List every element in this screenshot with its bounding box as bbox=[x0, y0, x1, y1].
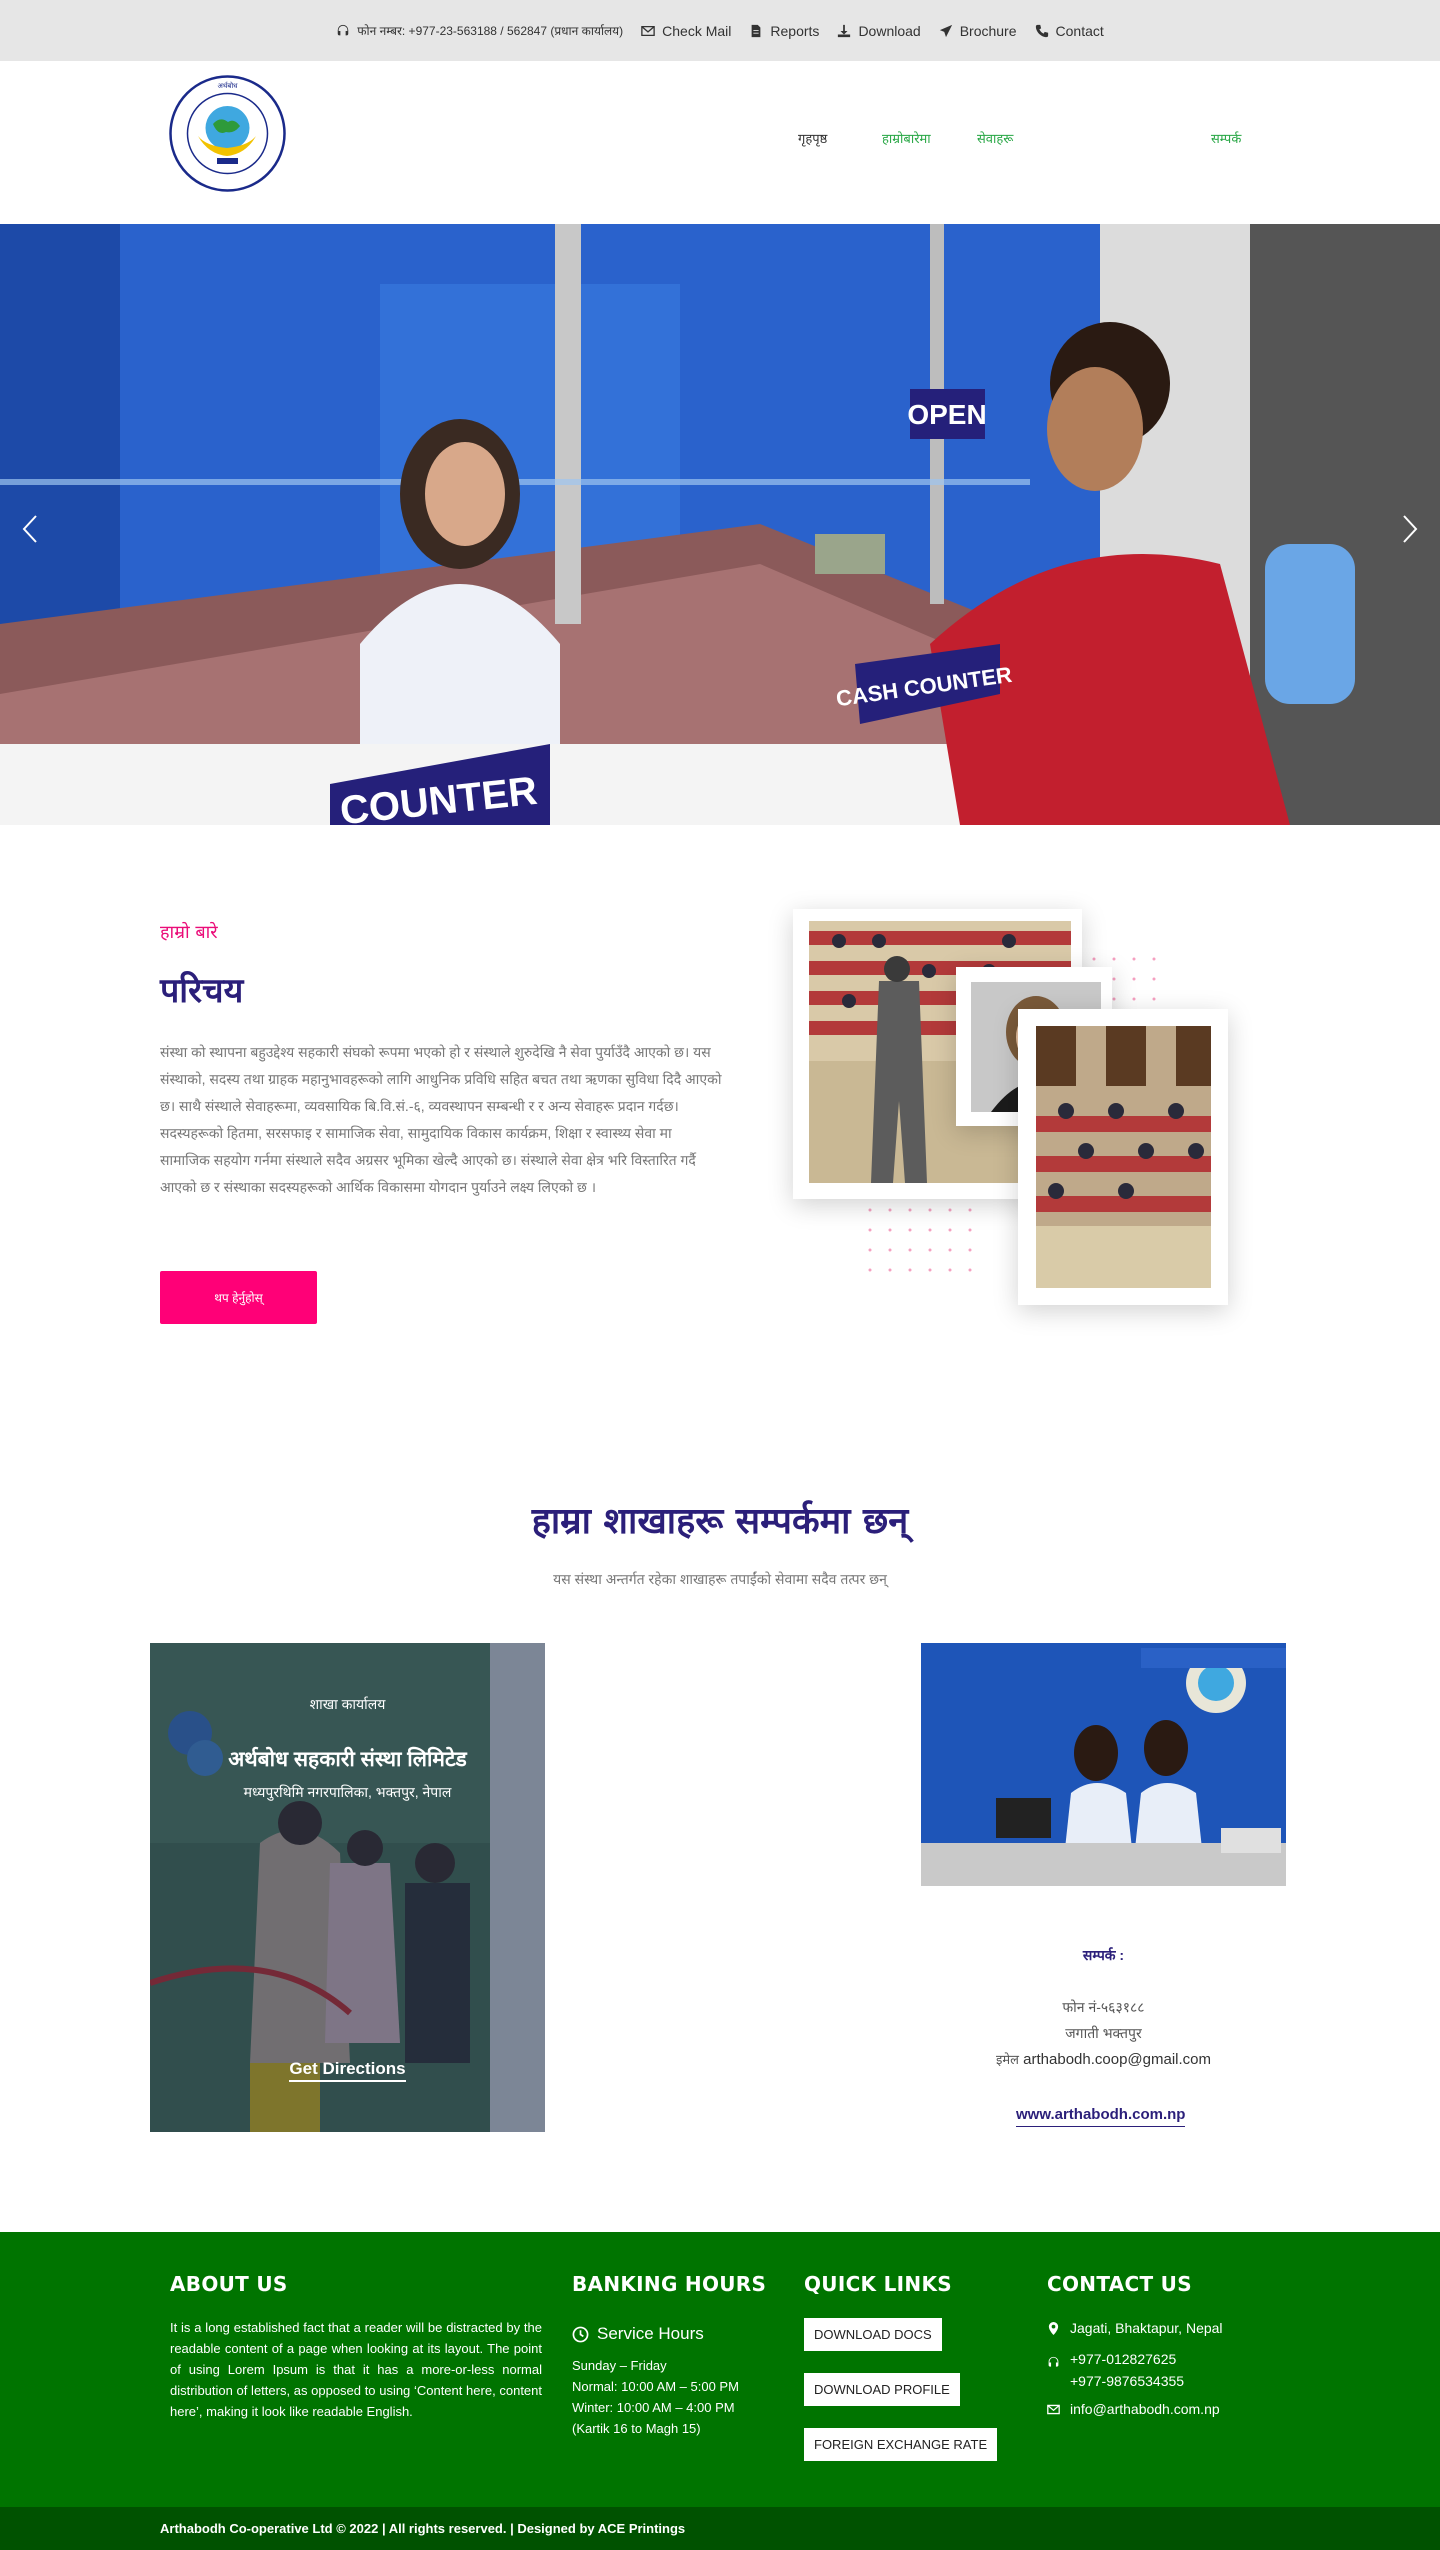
hours-normal: Normal: 10:00 AM – 5:00 PM bbox=[572, 2379, 739, 2394]
headset-icon bbox=[337, 24, 349, 35]
foreign-exchange-rate-button[interactable]: FOREIGN EXCHANGE RATE bbox=[804, 2428, 998, 2461]
contact-location: जगाती भक्तपुर bbox=[1065, 2025, 1142, 2041]
headset-icon bbox=[1048, 2356, 1059, 2367]
hours-list: Sunday – Friday Normal: 10:00 AM – 5:00 … bbox=[572, 2355, 739, 2439]
contact-email-line: इमेल arthabodh.coop@gmail.com bbox=[921, 2050, 1286, 2068]
brochure-label: Brochure bbox=[959, 22, 1017, 39]
footer-about-text: It is a long established fact that a rea… bbox=[170, 2320, 542, 2419]
check-mail-label: Check Mail bbox=[662, 22, 732, 39]
footer-phone-2[interactable]: +977-9876534355 bbox=[1070, 2370, 1184, 2392]
footer-links-heading: QUICK LINKS bbox=[804, 2272, 952, 2296]
top-bar: फोन नम्बर: +977-23-563188 / 562847 (प्रध… bbox=[0, 0, 1440, 61]
nav-about[interactable]: हाम्रोबारेमा bbox=[882, 129, 931, 147]
branch-name: अर्थबोध सहकारी संस्था लिमिटेड bbox=[228, 1748, 467, 1771]
nav-home[interactable]: गृहपृष्ठ bbox=[798, 129, 827, 147]
contact-phone: फोन नं-५६३१८८ bbox=[1062, 1999, 1145, 2015]
branch-card[interactable]: शाखा कार्यालय अर्थबोध सहकारी संस्था लिमि… bbox=[150, 1643, 545, 2132]
open-sign: OPEN bbox=[907, 399, 986, 430]
download-label: Download bbox=[858, 22, 921, 39]
next-slide-icon[interactable] bbox=[1398, 514, 1422, 544]
file-icon bbox=[752, 24, 761, 37]
download-icon bbox=[838, 24, 851, 37]
get-directions-label: Get Directions bbox=[289, 2059, 406, 2082]
check-mail-link[interactable]: Check Mail bbox=[641, 23, 731, 39]
svg-text:अर्थबोध: अर्थबोध bbox=[218, 81, 239, 90]
service-hours-title: Service Hours bbox=[572, 2324, 704, 2344]
reports-label: Reports bbox=[770, 22, 820, 39]
reports-link[interactable]: Reports bbox=[749, 23, 819, 39]
contact-heading: सम्पर्क : bbox=[1082, 1947, 1125, 1963]
office-photo bbox=[921, 1643, 1286, 1886]
envelope-icon bbox=[1047, 2404, 1060, 2414]
nav-contact[interactable]: सम्पर्क bbox=[1211, 129, 1241, 147]
footer-contact-heading: CONTACT US bbox=[1047, 2272, 1192, 2296]
footer-email-text[interactable]: info@arthabodh.com.np bbox=[1070, 2401, 1220, 2417]
hours-winter: Winter: 10:00 AM – 4:00 PM bbox=[572, 2400, 735, 2415]
copyright-text: Arthabodh Co-operative Ltd © 2022 | All … bbox=[160, 2521, 686, 2536]
contact-email-label: इमेल bbox=[996, 2052, 1019, 2067]
footer-address: Jagati, Bhaktapur, Nepal bbox=[1047, 2320, 1223, 2336]
footer-hours-heading: BANKING HOURS bbox=[572, 2272, 767, 2296]
branch-kicker: शाखा कार्यालय bbox=[309, 1696, 386, 1712]
contact-link[interactable]: Contact bbox=[1035, 23, 1104, 39]
footer-email: info@arthabodh.com.np bbox=[1047, 2401, 1220, 2417]
paper-plane-icon bbox=[939, 24, 952, 37]
site-footer: ABOUT US It is a long established fact t… bbox=[0, 2232, 1440, 2507]
phone-icon bbox=[1035, 24, 1048, 37]
read-more-button[interactable]: थप हेर्नुहोस् bbox=[160, 1271, 317, 1324]
download-docs-button[interactable]: DOWNLOAD DOCS bbox=[804, 2318, 942, 2351]
footer-phone-1[interactable]: +977-012827625 bbox=[1070, 2348, 1184, 2370]
hero-slider: OPEN CASH COUNTER COUNTER bbox=[0, 224, 1440, 825]
contact-label: Contact bbox=[1055, 22, 1104, 39]
phone-text: फोन नम्बर: +977-23-563188 / 562847 (प्रध… bbox=[357, 24, 624, 38]
about-text: संस्था को स्थापना बहुउद्देश्य सहकारी संघ… bbox=[160, 1044, 722, 1195]
download-link[interactable]: Download bbox=[837, 22, 921, 39]
about-title: परिचय bbox=[160, 971, 244, 1011]
branch-address: मध्यपुरथिमि नगरपालिका, भक्तपुर, नेपाल bbox=[243, 1784, 452, 1800]
site-header: अर्थबोध गृहपृष्ठ हाम्रोबारेमा सेवाहरू सम… bbox=[0, 61, 1440, 224]
hours-days: Sunday – Friday bbox=[572, 2358, 667, 2373]
footer-address-text: Jagati, Bhaktapur, Nepal bbox=[1070, 2320, 1223, 2336]
get-directions-link[interactable]: Get Directions bbox=[150, 2059, 545, 2082]
branches-subtitle: यस संस्था अन्तर्गत रहेका शाखाहरू तपाईंको… bbox=[553, 1571, 887, 1587]
copyright-bar: Arthabodh Co-operative Ltd © 2022 | All … bbox=[0, 2507, 1440, 2550]
prev-slide-icon[interactable] bbox=[18, 514, 42, 544]
contact-email[interactable]: arthabodh.coop@gmail.com bbox=[1023, 2051, 1211, 2068]
footer-phones: +977-012827625 +977-9876534355 bbox=[1047, 2348, 1184, 2392]
dot-pattern-bottom bbox=[868, 1208, 972, 1272]
brochure-link[interactable]: Brochure bbox=[939, 23, 1017, 39]
footer-about-heading: ABOUT US bbox=[170, 2272, 288, 2296]
about-kicker: हाम्रो बारे bbox=[160, 922, 218, 943]
map-marker-icon bbox=[1048, 2321, 1059, 2335]
website-link[interactable]: www.arthabodh.com.np bbox=[1016, 2106, 1186, 2127]
hours-winter-period: (Kartik 16 to Magh 15) bbox=[572, 2421, 701, 2436]
site-logo[interactable]: अर्थबोध bbox=[168, 74, 287, 193]
clock-icon bbox=[572, 2326, 589, 2342]
download-profile-button[interactable]: DOWNLOAD PROFILE bbox=[804, 2373, 960, 2406]
service-hours-label: Service Hours bbox=[597, 2324, 704, 2343]
hero-image: OPEN CASH COUNTER COUNTER bbox=[0, 224, 1440, 825]
phone-item: फोन नम्बर: +977-23-563188 / 562847 (प्रध… bbox=[336, 22, 623, 39]
nav-services[interactable]: सेवाहरू bbox=[977, 129, 1013, 147]
envelope-icon bbox=[641, 25, 655, 36]
photo-conference-audience bbox=[1018, 1009, 1228, 1305]
branches-title: हाम्रा शाखाहरू सम्पर्कमा छन् bbox=[531, 1501, 909, 1542]
